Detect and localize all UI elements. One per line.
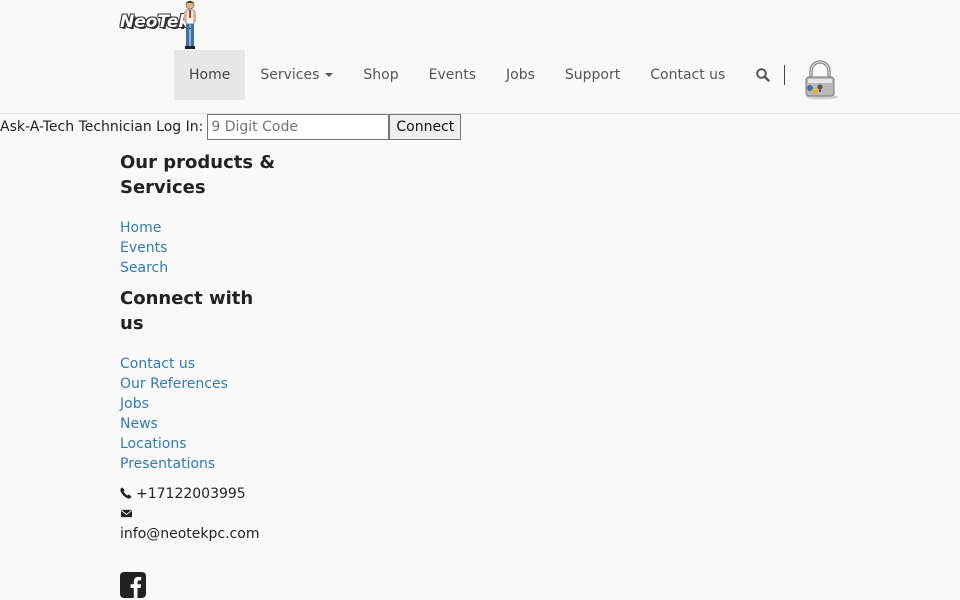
products-links: Home Events Search bbox=[120, 218, 280, 278]
link-search[interactable]: Search bbox=[120, 260, 168, 276]
nav-item-services[interactable]: Services bbox=[245, 50, 348, 100]
footer-links-column: Our products & Services Home Events Sear… bbox=[120, 150, 280, 598]
neotek-logo[interactable]: NeoTek bbox=[120, 0, 200, 50]
lock-icon[interactable] bbox=[800, 58, 840, 100]
contact-info: +17122003995 info@neotekpc.com bbox=[120, 484, 280, 544]
connect-heading: Connect with us bbox=[120, 288, 254, 334]
link-home[interactable]: Home bbox=[120, 220, 161, 236]
link-our-references[interactable]: Our References bbox=[120, 376, 228, 392]
ask-a-tech-login: Ask-A-Tech Technician Log In: Connect bbox=[0, 114, 462, 140]
list-item: Search bbox=[120, 258, 280, 278]
nav-item-jobs[interactable]: Jobs bbox=[491, 50, 550, 100]
phone-number: +17122003995 bbox=[136, 486, 246, 502]
list-item: Presentations bbox=[120, 454, 280, 474]
nav-item-shop[interactable]: Shop bbox=[348, 50, 413, 100]
nav-item-events[interactable]: Events bbox=[414, 50, 491, 100]
list-item: News bbox=[120, 414, 280, 434]
nav-item-label: Home bbox=[189, 67, 231, 83]
email-address: info@neotekpc.com bbox=[120, 526, 260, 542]
email-line bbox=[120, 504, 280, 524]
nav-item-label: Events bbox=[428, 67, 477, 83]
caret-down-icon bbox=[325, 73, 334, 77]
nav-item-label: Jobs bbox=[506, 67, 535, 83]
nav-item-home[interactable]: Home bbox=[174, 50, 246, 100]
list-item: Contact us bbox=[120, 354, 280, 374]
facebook-icon[interactable] bbox=[120, 572, 146, 598]
nav-item-support[interactable]: Support bbox=[550, 50, 635, 100]
logo-text: NeoTek bbox=[120, 12, 190, 32]
ask-a-tech-label: Ask-A-Tech Technician Log In: bbox=[0, 119, 204, 135]
phone-line: +17122003995 bbox=[120, 484, 280, 504]
link-events[interactable]: Events bbox=[120, 240, 167, 256]
site-header: NeoTek Home Services Shop Events Jobs Su… bbox=[0, 0, 960, 114]
list-item: Jobs bbox=[120, 394, 280, 414]
phone-icon bbox=[120, 487, 132, 499]
list-item: Locations bbox=[120, 434, 280, 454]
nav-item-label: Services bbox=[260, 67, 320, 83]
connect-button[interactable]: Connect bbox=[389, 114, 462, 140]
nav-item-label: Support bbox=[564, 67, 621, 83]
nav-item-label: Shop bbox=[363, 67, 399, 83]
list-item: Our References bbox=[120, 374, 280, 394]
list-item: Home bbox=[120, 218, 280, 238]
nav-item-label: Contact us bbox=[650, 67, 726, 83]
digit-code-input[interactable] bbox=[207, 114, 390, 140]
link-jobs[interactable]: Jobs bbox=[120, 396, 149, 412]
mascot-figure-icon bbox=[184, 0, 196, 49]
link-contact-us[interactable]: Contact us bbox=[120, 356, 195, 372]
products-heading: Our products & Services bbox=[120, 152, 276, 198]
link-locations[interactable]: Locations bbox=[120, 436, 187, 452]
link-news[interactable]: News bbox=[120, 416, 158, 432]
nav-item-contact-us[interactable]: Contact us bbox=[635, 50, 740, 100]
list-item: Events bbox=[120, 238, 280, 258]
envelope-icon bbox=[120, 509, 133, 518]
link-presentations[interactable]: Presentations bbox=[120, 456, 215, 472]
connect-links: Contact us Our References Jobs News Loca… bbox=[120, 354, 280, 474]
search-icon[interactable] bbox=[755, 67, 771, 83]
main-nav: Home Services Shop Events Jobs Support C… bbox=[174, 50, 740, 100]
nav-divider bbox=[784, 65, 785, 85]
